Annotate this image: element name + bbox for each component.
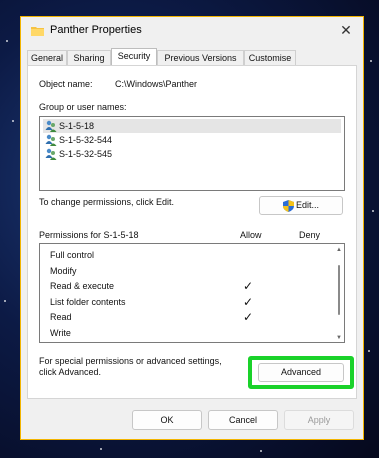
permission-row: Write [50, 328, 71, 338]
tab-previous-versions[interactable]: Previous Versions [157, 50, 244, 65]
group-list[interactable]: S-1-5-18 S-1-5-32-544 S-1-5-32-545 [39, 116, 345, 191]
star [6, 40, 8, 42]
title-bar[interactable]: Panther Properties ✕ [21, 17, 363, 44]
advanced-button[interactable]: Advanced [258, 363, 344, 382]
properties-dialog: Panther Properties ✕ General Sharing Sec… [20, 16, 364, 440]
allow-checkmark: ✓ [243, 310, 254, 324]
folder-icon [31, 27, 44, 36]
tab-sharing[interactable]: Sharing [67, 50, 111, 65]
tab-security[interactable]: Security [111, 48, 157, 65]
change-permissions-hint: To change permissions, click Edit. [39, 197, 175, 207]
uac-shield-icon [283, 200, 294, 212]
user-group-icon [45, 120, 57, 132]
ok-button[interactable]: OK [132, 410, 202, 430]
close-button[interactable]: ✕ [337, 22, 355, 39]
edit-button-label: Edit... [296, 200, 320, 210]
tab-general[interactable]: General [27, 50, 67, 65]
object-name-value: C:\Windows\Panther [115, 79, 198, 89]
group-item[interactable]: S-1-5-32-545 [43, 147, 341, 161]
group-item-label: S-1-5-32-545 [59, 149, 113, 159]
permission-row: Read [50, 312, 72, 322]
group-item[interactable]: S-1-5-18 [43, 119, 341, 133]
permission-row: Modify [50, 266, 77, 276]
group-item-label: S-1-5-32-544 [59, 135, 113, 145]
star [4, 300, 6, 302]
star [12, 120, 14, 122]
group-names-label: Group or user names: [39, 102, 127, 112]
allow-checkmark: ✓ [243, 295, 254, 309]
permission-row: Read & execute [50, 281, 115, 291]
cancel-button[interactable]: Cancel [208, 410, 278, 430]
star [100, 448, 102, 450]
user-group-icon [45, 134, 57, 146]
scroll-up-icon[interactable]: ▲ [336, 247, 342, 253]
window-title: Panther Properties [50, 24, 142, 36]
object-name-label: Object name: [39, 79, 93, 89]
permissions-title: Permissions for S-1-5-18 [39, 230, 139, 240]
group-item-label: S-1-5-18 [59, 121, 95, 131]
group-item[interactable]: S-1-5-32-544 [43, 133, 341, 147]
allow-checkmark: ✓ [243, 279, 254, 293]
security-panel: Object name: C:\Windows\Panther Group or… [27, 65, 357, 399]
star [260, 450, 262, 452]
permission-row: Full control [50, 250, 95, 260]
tab-customise[interactable]: Customise [244, 50, 296, 65]
advanced-hint-line2: click Advanced. [39, 367, 102, 377]
permissions-scrollbar[interactable]: ▲ ▼ [335, 245, 343, 343]
advanced-hint-line1: For special permissions or advanced sett… [39, 356, 222, 366]
permission-row: List folder contents [50, 297, 126, 307]
star [368, 350, 370, 352]
scrollbar-thumb[interactable] [338, 265, 340, 315]
allow-header: Allow [240, 230, 262, 240]
apply-button[interactable]: Apply [284, 410, 354, 430]
scroll-down-icon[interactable]: ▼ [336, 335, 342, 341]
permissions-list[interactable]: Full control Modify Read & execute List … [39, 243, 345, 343]
user-group-icon [45, 148, 57, 160]
star [370, 60, 372, 62]
edit-button[interactable]: Edit... [259, 196, 343, 215]
deny-header: Deny [299, 230, 321, 240]
star [372, 210, 374, 212]
